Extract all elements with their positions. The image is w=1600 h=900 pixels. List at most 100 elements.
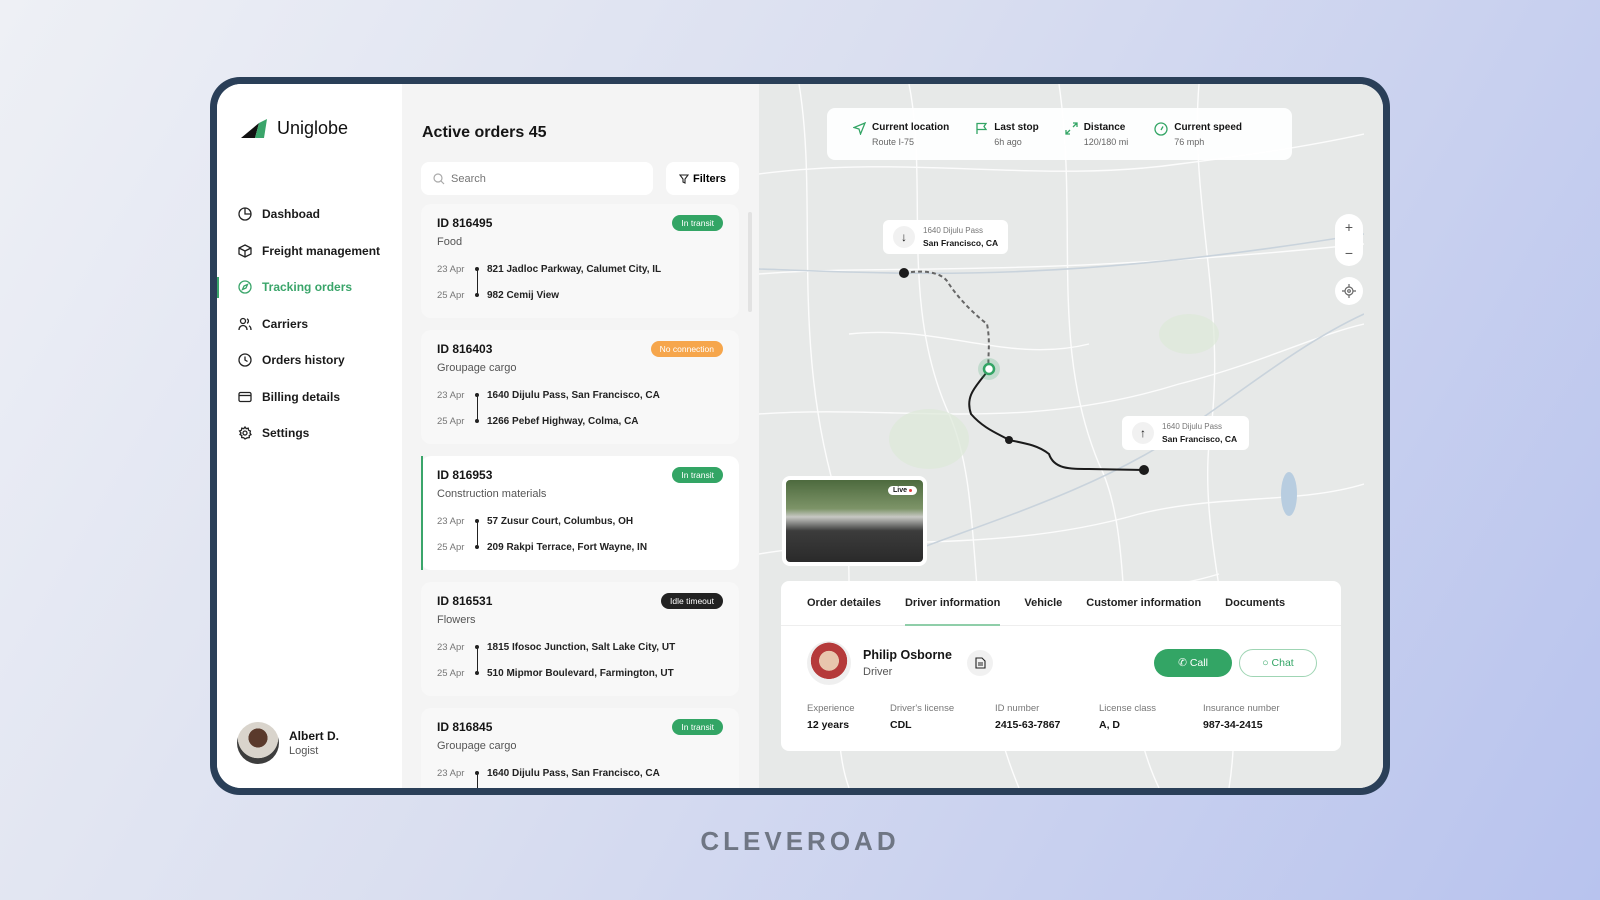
order-card[interactable]: ID 816495 Food In transit 23 Apr 821 Jadl…	[421, 204, 739, 318]
sidebar-item-label: Settings	[262, 426, 310, 441]
route-remaining	[903, 270, 990, 370]
chat-button[interactable]: ○ Chat	[1239, 649, 1317, 677]
app-screen: Uniglobe Dashboad Freight management Tra…	[217, 84, 1383, 788]
call-button[interactable]: ✆ Call	[1154, 649, 1232, 677]
stop-address: 821 Jadloc Parkway, Calumet City, IL	[487, 263, 662, 275]
order-card[interactable]: ID 816845 Groupage cargo In transit 23 A…	[421, 708, 739, 788]
tab-customer-information[interactable]: Customer information	[1086, 581, 1201, 625]
speedometer-icon	[1154, 121, 1168, 136]
destination-pin-card[interactable]: ↑ 1640 Dijulu Pass San Francisco, CA	[1122, 416, 1249, 450]
user-avatar	[237, 722, 279, 764]
stop-address: 209 Rakpi Terrace, Fort Wayne, IN	[487, 541, 648, 553]
filters-button[interactable]: Filters	[666, 162, 739, 195]
route-stops: 23 Apr 821 Jadloc Parkway, Calumet City, …	[437, 256, 723, 308]
order-card[interactable]: ID 816531 Flowers Idle timeout 23 Apr 181…	[421, 582, 739, 696]
search-input[interactable]	[451, 172, 631, 185]
sidebar-item-label: Freight management	[262, 243, 381, 258]
tab-documents[interactable]: Documents	[1225, 581, 1285, 625]
field-value: CDL	[890, 719, 912, 731]
order-card-selected[interactable]: ID 816953 Construction materials In tran…	[421, 456, 739, 570]
driver-document-button[interactable]	[967, 650, 993, 676]
field-value: 987-34-2415	[1203, 719, 1263, 731]
field-experience: Experience 12 years	[807, 703, 890, 731]
expand-icon	[1065, 121, 1078, 135]
route-stops: 23 Apr 1640 Dijulu Pass, San Francisco, C…	[437, 760, 723, 788]
tab-order-details[interactable]: Order detailes	[807, 581, 881, 625]
stop-dot	[475, 671, 479, 675]
details-tabs: Order detailes Driver information Vehicl…	[781, 581, 1341, 626]
pin-address: 1640 Dijulu Pass	[1162, 422, 1223, 431]
stop-date: 23 Apr	[437, 641, 465, 653]
driver-avatar	[807, 641, 851, 685]
package-icon	[237, 243, 253, 259]
order-card[interactable]: ID 816403 Groupage cargo No connection 2…	[421, 330, 739, 444]
field-value: 2415-63-7867	[995, 719, 1061, 731]
field-label: Insurance number	[1203, 703, 1280, 714]
sidebar-item-dashboard[interactable]: Dashboad	[217, 196, 402, 233]
stop-date: 25 Apr	[437, 415, 465, 427]
field-id-number: ID number 2415-63-7867	[995, 703, 1099, 731]
driver-profile: Philip Osborne Driver	[807, 641, 952, 685]
origin-pin-card[interactable]: ↓ 1640 Dijulu Pass San Francisco, CA	[883, 220, 1009, 254]
orders-scrollbar[interactable]	[748, 212, 752, 312]
field-label: Driver's license	[890, 703, 955, 714]
stop-address: 1815 Ifosoc Junction, Salt Lake City, UT	[487, 641, 676, 653]
field-value: 12 years	[807, 719, 850, 731]
driver-name: Philip Osborne	[863, 648, 952, 662]
locate-button[interactable]	[1335, 277, 1363, 305]
order-type: Food	[437, 236, 463, 248]
stat-title: Distance	[1083, 121, 1126, 133]
tab-driver-information[interactable]: Driver information	[904, 581, 1001, 626]
route-traveled	[968, 368, 1145, 471]
pin-city: San Francisco, CA	[923, 238, 999, 248]
stop-dot	[475, 645, 479, 649]
sidebar: Uniglobe Dashboad Freight management Tra…	[217, 84, 402, 788]
sidebar-item-settings[interactable]: Settings	[217, 415, 402, 452]
flag-icon	[976, 122, 988, 134]
route-stops: 23 Apr 1815 Ifosoc Junction, Salt Lake Ci…	[437, 634, 723, 686]
stop-date: 25 Apr	[437, 289, 465, 301]
filters-label: Filters	[692, 172, 726, 185]
zoom-out-button[interactable]: −	[1335, 240, 1363, 266]
sidebar-item-orders-history[interactable]: Orders history	[217, 342, 402, 379]
field-label: ID number	[995, 703, 1040, 714]
call-label: Call	[1189, 657, 1208, 669]
orders-panel: Active orders 45 Filters ID 816495 Food …	[402, 84, 759, 788]
stop-dot	[475, 419, 479, 423]
credit-card-icon	[237, 389, 253, 405]
stop-address: 510 Mipmor Boulevard, Farmington, UT	[487, 667, 674, 679]
user-name: Albert D.	[289, 729, 340, 743]
arrow-up-icon: ↑	[1132, 422, 1154, 444]
logo[interactable]: Uniglobe	[241, 118, 348, 139]
sidebar-item-billing-details[interactable]: Billing details	[217, 379, 402, 416]
search-box[interactable]	[421, 162, 653, 195]
stop-address: 982 Cemij View	[487, 289, 560, 301]
zoom-in-button[interactable]: +	[1335, 214, 1363, 240]
field-insurance-number: Insurance number 987-34-2415	[1203, 703, 1303, 731]
status-badge: No connection	[650, 341, 723, 357]
sidebar-item-freight-management[interactable]: Freight management	[217, 233, 402, 270]
stop-address: 1266 Pebef Highway, Colma, CA	[487, 415, 639, 427]
stop-address: 1640 Dijulu Pass, San Francisco, CA	[487, 389, 660, 401]
stop-dot	[475, 267, 479, 271]
status-badge: In transit	[672, 467, 723, 483]
tab-vehicle[interactable]: Vehicle	[1024, 581, 1062, 625]
field-drivers-license: Driver's license CDL	[890, 703, 995, 731]
stat-title: Last stop	[994, 121, 1039, 133]
stat-title: Current location	[872, 121, 950, 133]
users-icon	[237, 316, 253, 332]
sidebar-item-carriers[interactable]: Carriers	[217, 306, 402, 343]
phone-icon: ✆	[1178, 657, 1190, 669]
field-label: License class	[1099, 703, 1157, 714]
stop-dot	[475, 293, 479, 297]
brand-watermark: CLEVEROAD	[700, 826, 900, 856]
zoom-controls: + −	[1335, 214, 1363, 266]
sidebar-nav: Dashboad Freight management Tracking ord…	[217, 196, 402, 452]
live-camera-feed[interactable]: Live	[782, 476, 927, 566]
route-stops: 23 Apr 57 Zusur Court, Columbus, OH 25 Ap…	[437, 508, 723, 560]
user-profile[interactable]: Albert D. Logist	[237, 722, 339, 764]
map-view[interactable]: Current location Route I-75 Last stop 6h a…	[759, 84, 1383, 788]
sidebar-item-label: Tracking orders	[262, 280, 353, 295]
sidebar-item-tracking-orders[interactable]: Tracking orders	[217, 269, 402, 306]
stop-date: 23 Apr	[437, 767, 465, 779]
